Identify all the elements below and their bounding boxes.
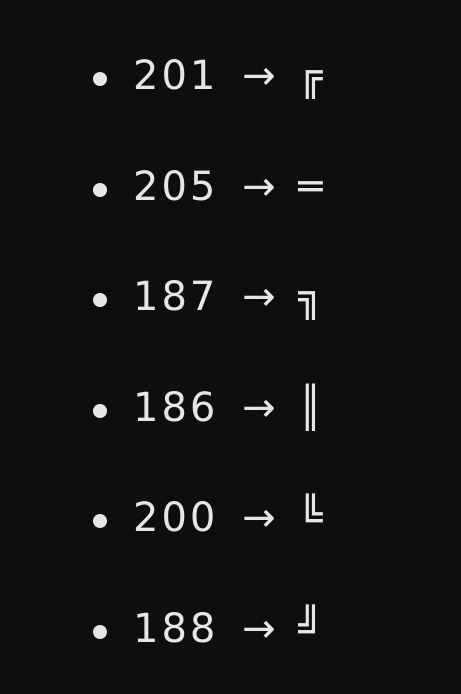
- box-drawing-glyph: ╔: [298, 53, 326, 99]
- box-drawing-glyph: ╚: [298, 495, 326, 542]
- mapping-text: 187 → ╗: [133, 275, 325, 319]
- bullet: [93, 624, 107, 639]
- arrow-icon: →: [242, 53, 279, 99]
- arrow-icon: →: [242, 384, 279, 431]
- arrow-icon: →: [242, 163, 279, 210]
- code-value: 188: [133, 605, 219, 652]
- code-value: 187: [133, 274, 219, 321]
- mapping-text: 205 → ═: [133, 165, 325, 209]
- box-drawing-glyph: ╗: [298, 274, 326, 321]
- mapping-text: 186 → ║: [133, 386, 325, 430]
- box-drawing-glyph: ║: [298, 384, 326, 431]
- bullet: [93, 182, 107, 197]
- mapping-text: 201 → ╔: [133, 54, 325, 98]
- mapping-text: 200 → ╚: [133, 496, 325, 540]
- arrow-icon: →: [242, 274, 279, 321]
- bullet: [93, 293, 107, 308]
- code-value: 200: [133, 495, 219, 542]
- bullet: [93, 514, 107, 529]
- bullet: [93, 72, 107, 86]
- bullet: [93, 403, 107, 418]
- arrow-icon: →: [242, 495, 279, 542]
- code-value: 205: [133, 163, 219, 210]
- arrow-icon: →: [242, 605, 279, 652]
- code-value: 201: [133, 53, 219, 99]
- box-drawing-glyph: ═: [298, 163, 326, 210]
- mapping-text: 188 → ╝: [133, 607, 325, 651]
- code-value: 186: [133, 384, 219, 431]
- box-drawing-glyph: ╝: [298, 605, 326, 652]
